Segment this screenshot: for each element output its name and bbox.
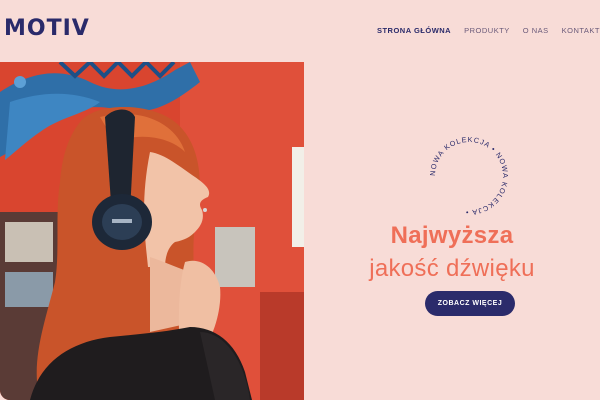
hero-photo [0,62,304,400]
brand-logo[interactable]: MOTIV [4,18,90,40]
svg-text:NOWA KOLEKCJA • NOWA KOLEKCJA: NOWA KOLEKCJA • NOWA KOLEKCJA • [428,135,510,217]
badge-text: NOWA KOLEKCJA • NOWA KOLEKCJA • [428,135,509,217]
new-collection-badge: NOWA KOLEKCJA • NOWA KOLEKCJA • [425,132,513,220]
hero-headline-line2: jakość dźwięku [369,255,535,282]
main-nav: STRONA GŁÓWNA PRODUKTY O NAS KONTAKT [377,26,600,35]
hero-headline-line1: Najwyższa [390,222,514,249]
nav-item-contact[interactable]: KONTAKT [562,26,600,35]
woman-with-headphones-photo [0,62,304,400]
circular-text-badge: NOWA KOLEKCJA • NOWA KOLEKCJA • [428,135,510,217]
nav-item-about[interactable]: O NAS [523,26,549,35]
see-more-button[interactable]: ZOBACZ WIĘCEJ [425,291,515,316]
nav-item-home[interactable]: STRONA GŁÓWNA [377,26,451,35]
page-frame: MOTIV STRONA GŁÓWNA PRODUKTY O NAS KONTA… [0,0,600,400]
nav-item-products[interactable]: PRODUKTY [464,26,510,35]
